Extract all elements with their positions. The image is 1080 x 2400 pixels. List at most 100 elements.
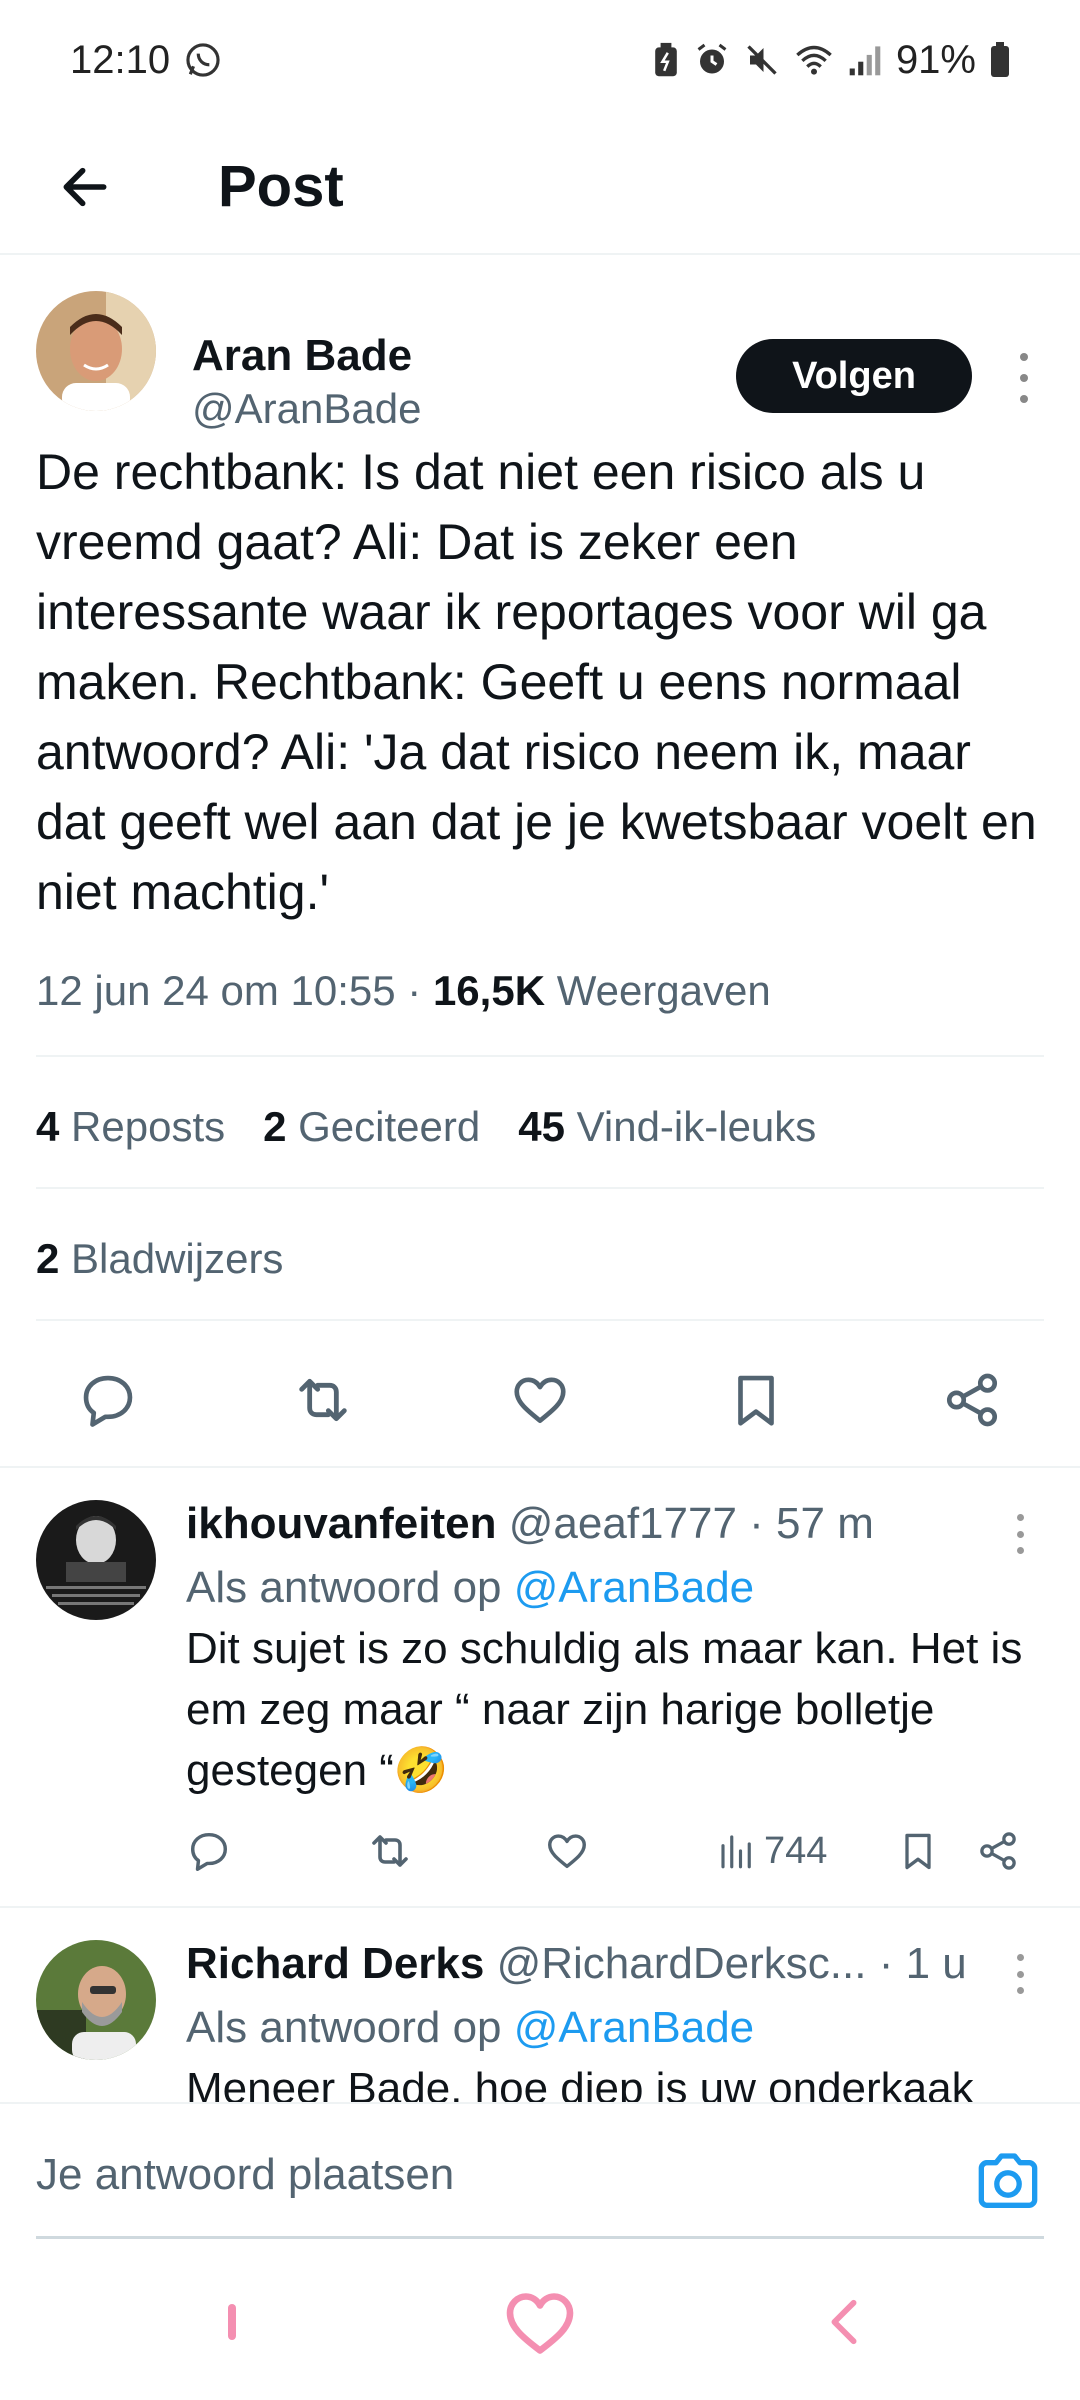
alarm-icon [697, 43, 727, 74]
battery-saver-icon [655, 42, 677, 77]
avatar[interactable] [36, 291, 156, 411]
heart-home-icon [506, 2293, 574, 2354]
chevron-left-icon [831, 2299, 857, 2345]
share-button[interactable] [940, 1368, 1004, 1432]
post-actions [0, 1318, 1080, 1468]
whatsapp-icon [186, 43, 220, 77]
reposts-label: Reposts [71, 1103, 226, 1150]
battery-icon [991, 42, 1009, 77]
bookmark-button[interactable] [724, 1368, 788, 1432]
repost-icon [299, 1378, 347, 1422]
quotes-label: Geciteerd [298, 1103, 481, 1150]
bookmark-icon [738, 1375, 774, 1426]
reply-to-link[interactable]: @AranBade [514, 1563, 754, 1612]
more-options-icon[interactable] [1010, 1954, 1030, 1994]
back-nav-button[interactable] [826, 2298, 862, 2346]
author-names: Aran Bade @AranBade [192, 329, 421, 435]
avatar[interactable] [36, 1940, 156, 2060]
reply-text: Dit sujet is zo schuldig als maar kan. H… [186, 1624, 1023, 1795]
mute-icon [747, 45, 777, 75]
system-nav-bar [0, 2240, 1080, 2400]
reply-author-name[interactable]: Richard Derks [186, 1939, 484, 1988]
reply-header: Richard Derks @RichardDerksc... · 1 u [186, 1934, 967, 1994]
bookmark-button[interactable] [896, 1826, 940, 1876]
reply-composer: Je antwoord plaatsen [0, 2102, 1080, 2239]
bookmark-icon [905, 1833, 931, 1870]
repost-button[interactable] [366, 1826, 414, 1876]
reply-time: · 57 m [749, 1499, 874, 1548]
author-handle[interactable]: @AranBade [192, 383, 421, 435]
bookmarks-count: 2 [36, 1235, 60, 1282]
divider [36, 1187, 1044, 1189]
reply-views-count: 744 [764, 1829, 828, 1872]
bookmarks-stat[interactable]: 2 Bladwijzers [36, 1235, 283, 1283]
views-count: 16,5K [432, 967, 546, 1014]
reply-icon [83, 1375, 133, 1427]
more-options-icon[interactable] [1014, 353, 1034, 403]
top-app-bar: Post [0, 120, 1080, 255]
post-date[interactable]: 12 jun 24 om 10:55 [36, 967, 396, 1014]
views-button[interactable]: 744 [716, 1826, 827, 1876]
reply-to: Als antwoord op @AranBade [186, 1998, 754, 2058]
avatar[interactable] [36, 1500, 156, 1620]
quotes-stat[interactable]: 2 Geciteerd [263, 1103, 480, 1151]
status-time-group: 12:10 [70, 38, 222, 83]
reply-to-prefix: Als antwoord op [186, 1563, 502, 1612]
reply-actions: 744 [186, 1818, 1046, 1878]
reply-button[interactable] [76, 1368, 140, 1432]
reply-author-handle[interactable]: @RichardDerksc... [497, 1939, 867, 1988]
share-button[interactable] [976, 1826, 1020, 1876]
analytics-icon [721, 1835, 751, 1869]
share-icon [980, 1832, 1016, 1870]
arrow-left-icon [63, 167, 107, 206]
views-label: Weergaven [556, 967, 771, 1014]
back-button[interactable] [0, 119, 170, 254]
reply-text: Meneer Bade, hoe diep is uw onderkaak [186, 2064, 974, 2102]
engagement-stats: 4 Reposts 2 Geciteerd 45 Vind-ik-leuks [36, 1103, 816, 1151]
signal-icon [849, 46, 881, 76]
reply-time: · 1 u [878, 1939, 967, 1988]
repost-button[interactable] [291, 1368, 355, 1432]
like-button[interactable] [508, 1368, 572, 1432]
post-text: De rechtbank: Is dat niet een risico als… [36, 444, 1037, 920]
reply-item[interactable]: Richard Derks @RichardDerksc... · 1 u Al… [0, 1908, 1080, 2102]
status-bar: 12:10 91% [0, 0, 1080, 120]
status-icons: 91% [652, 38, 1010, 83]
reposts-stat[interactable]: 4 Reposts [36, 1103, 225, 1151]
post-author: Aran Bade @AranBade Volgen [36, 291, 1046, 432]
status-time: 12:10 [70, 37, 171, 82]
likes-count: 45 [518, 1103, 565, 1150]
reply-item[interactable]: ikhouvanfeiten @aeaf1777 · 57 m Als antw… [0, 1468, 1080, 1908]
reply-to: Als antwoord op @AranBade [186, 1558, 754, 1618]
like-button[interactable] [544, 1826, 590, 1876]
reply-button[interactable] [186, 1826, 232, 1876]
wifi-icon [796, 45, 832, 75]
reply-input[interactable]: Je antwoord plaatsen [36, 2150, 454, 2200]
reply-to-link[interactable]: @AranBade [514, 2003, 754, 2052]
reply-author-handle[interactable]: @aeaf1777 [509, 1499, 737, 1548]
camera-button[interactable] [976, 2152, 1040, 2213]
bookmark-stats: 2 Bladwijzers [36, 1235, 283, 1283]
likes-label: Vind-ik-leuks [576, 1103, 817, 1150]
recent-apps-button[interactable] [226, 2302, 238, 2342]
input-underline [36, 2236, 1044, 2239]
reply-icon [190, 1832, 228, 1871]
battery-percentage: 91% [895, 37, 976, 82]
reply-author-name[interactable]: ikhouvanfeiten [186, 1499, 497, 1548]
reply-to-prefix: Als antwoord op [186, 2003, 502, 2052]
author-name[interactable]: Aran Bade [192, 329, 421, 383]
home-button[interactable] [504, 2290, 576, 2354]
repost-icon [372, 1835, 408, 1867]
quotes-count: 2 [263, 1103, 287, 1150]
divider [36, 1055, 1044, 1057]
more-options-icon[interactable] [1010, 1514, 1030, 1554]
heart-icon [548, 1834, 586, 1869]
recent-apps-icon [228, 2304, 236, 2340]
follow-button[interactable]: Volgen [736, 339, 972, 413]
page-title: Post [218, 154, 344, 219]
reply-header: ikhouvanfeiten @aeaf1777 · 57 m [186, 1494, 874, 1554]
likes-stat[interactable]: 45 Vind-ik-leuks [518, 1103, 816, 1151]
heart-icon [514, 1377, 566, 1423]
meta-separator: · [407, 967, 422, 1014]
bookmarks-label: Bladwijzers [71, 1235, 284, 1282]
